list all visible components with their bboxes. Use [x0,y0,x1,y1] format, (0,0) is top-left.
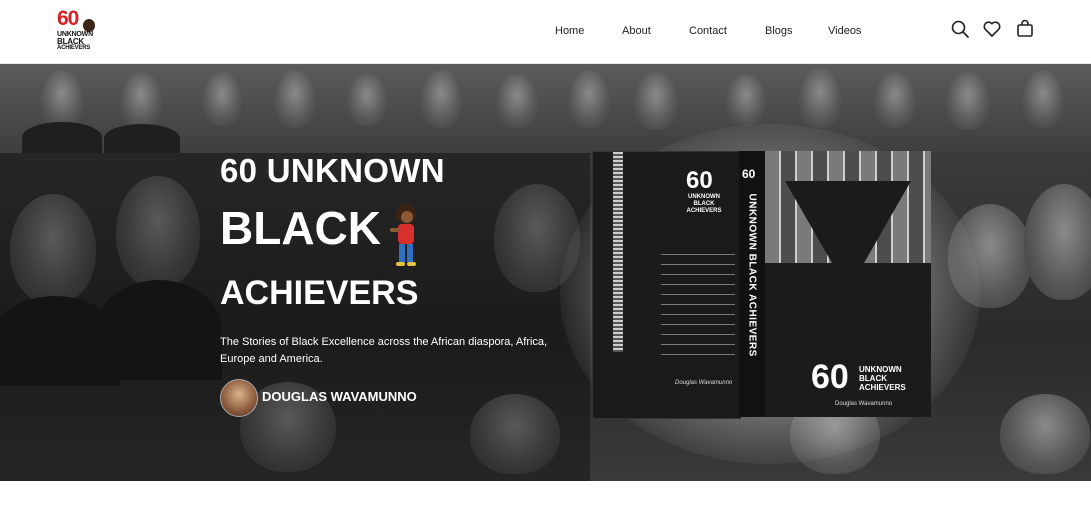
book-front-number: 60 [811,358,849,396]
book-spine-title: UNKNOWN BLACK ACHIEVERS [746,193,758,357]
book-back-cover: 60 UNKNOWN BLACK ACHIEVERS Douglas Wavam… [592,151,741,419]
cartoon-kid-icon [390,204,416,266]
portrait-shoulder [104,124,180,153]
hero-banner: 60 UNKNOWN BLACK ACHIEVERS The Stories o… [0,64,1091,481]
portrait-face [632,72,680,130]
author-avatar [220,379,258,417]
search-icon[interactable] [950,19,970,39]
portrait-face [1024,184,1091,300]
book-back-author: Douglas Wavamunno [675,380,733,386]
hero-title-line1: 60 UNKNOWN [220,152,445,189]
nav-about[interactable]: About [622,23,651,39]
nav-home[interactable]: Home [555,23,584,39]
portrait-face [1020,70,1066,128]
book-front-title-line2: BLACK [859,374,887,383]
book-back-title: UNKNOWN BLACK ACHIEVERS [686,194,722,214]
book-front-title-line3: ACHIEVERS [859,383,906,392]
book-back-number: 60 [686,167,713,194]
site-logo[interactable]: 60 UNKNOWN BLACK ACHIEVERS [57,7,97,52]
logo-number: 60 [57,7,79,30]
site-header: 60 UNKNOWN BLACK ACHIEVERS Home About Co… [0,0,1091,64]
portrait-face [200,72,244,126]
portrait-face [566,70,612,128]
portrait-face [944,72,992,130]
portrait-face [494,74,540,128]
portrait-face [418,70,464,128]
portrait-face [872,72,918,128]
author-name: DOUGLAS WAVAMUNNO [262,389,417,404]
book-spine: 60 UNKNOWN BLACK ACHIEVERS [739,151,765,417]
logo-line-achievers: ACHIEVERS [57,45,91,51]
portrait-face [38,70,86,128]
book-cover-image: 60 UNKNOWN BLACK ACHIEVERS Douglas Wavam… [592,151,932,419]
portrait-shoulder [22,122,102,153]
heart-icon[interactable] [982,19,1002,39]
book-spine-number: 60 [742,167,756,181]
portrait-face [272,70,318,128]
nav-blogs[interactable]: Blogs [765,23,793,39]
portrait-face [724,74,768,126]
book-front-cover: 60 UNKNOWN BLACK ACHIEVERS Douglas Wavam… [765,151,931,417]
nav-videos[interactable]: Videos [828,23,861,39]
hero-description: The Stories of Black Excellence across t… [220,336,548,365]
book-back-blurb [661,254,735,364]
book-front-title-line1: UNKNOWN [859,365,902,374]
hero-title-line2: BLACK [220,202,381,254]
portrait-face [1000,394,1090,474]
zipper-graphic [613,152,623,352]
nav-contact[interactable]: Contact [689,23,727,39]
portrait-face [118,72,164,128]
hero-title-line3: ACHIEVERS [220,274,419,312]
portrait-face [345,74,389,126]
logo-line-black: BLACK [57,37,84,46]
shopping-bag-icon[interactable] [1015,19,1035,39]
portrait-face [796,68,844,128]
book-front-author: Douglas Wavamunno [835,401,893,407]
book-front-title: UNKNOWN BLACK ACHIEVERS [859,365,906,392]
